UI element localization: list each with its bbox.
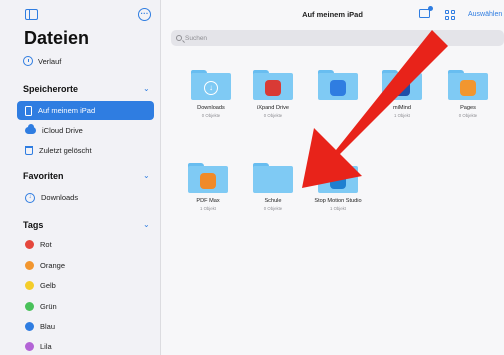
search-placeholder: Suchen [185, 34, 208, 42]
sidebar-item-on-my-ipad[interactable]: Auf meinem iPad [17, 101, 154, 120]
search-field[interactable]: Suchen [171, 30, 504, 46]
sidebar-item-icloud-drive[interactable]: iCloud Drive [17, 121, 154, 140]
folder-item-count: 1 Objekt [199, 205, 216, 211]
folder-mimind[interactable]: miMind 1 Objekt [374, 70, 430, 118]
tag-dot-icon [25, 342, 34, 351]
cloud-icon [25, 124, 36, 134]
select-button[interactable]: Auswählen [468, 11, 502, 18]
stop-motion-app-icon [330, 173, 346, 189]
folder-name: Stop Motion Studio [314, 198, 362, 204]
section-header-tags[interactable]: Tags [23, 220, 43, 230]
sidebar-item-downloads[interactable]: ↓ Downloads [17, 188, 154, 207]
sidebar-item-label: iCloud Drive [42, 126, 83, 135]
tag-dot-icon [25, 240, 34, 249]
tag-dot-icon [25, 302, 34, 311]
folder-name: PDF Max [196, 198, 220, 204]
sidebar-title: Dateien [24, 28, 90, 48]
sidebar-item-label: Zuletzt gelöscht [39, 146, 92, 155]
more-options-icon[interactable]: ··· [138, 8, 151, 21]
keynote-app-icon [330, 80, 346, 96]
folder-item-count: 1 Objekt [393, 112, 410, 118]
search-icon [176, 35, 182, 41]
tag-dot-icon [25, 322, 34, 331]
sidebar: ··· Dateien Verlauf Speicherorte ⌄ Auf m… [0, 0, 161, 355]
tag-label: Lila [40, 342, 52, 351]
tag-item-green[interactable]: Grün [17, 297, 154, 316]
folder-icon [318, 70, 358, 100]
mimind-app-icon [394, 80, 410, 96]
sidebar-item-recents[interactable]: Verlauf [23, 56, 61, 66]
download-icon: ↓ [25, 192, 35, 203]
tag-label: Gelb [40, 281, 56, 290]
pages-app-icon [460, 80, 476, 96]
tag-item-red[interactable]: Rot [17, 235, 154, 254]
section-header-favorites[interactable]: Favoriten [23, 171, 64, 181]
chevron-down-icon[interactable]: ⌄ [143, 171, 150, 180]
file-browser: Auf meinem iPad Auswählen Suchen ↓ Downl… [161, 0, 504, 355]
folder-icon [448, 70, 488, 100]
tag-item-blue[interactable]: Blau [17, 317, 154, 336]
sidebar-item-label: Auf meinem iPad [38, 106, 96, 115]
folder-schule[interactable]: Schule 0 Objekte [245, 163, 301, 211]
tag-dot-icon [25, 261, 34, 270]
folder-icon [253, 163, 293, 193]
folder-item-count: 0 Objekte [458, 112, 478, 118]
folder-stop-motion-studio[interactable]: Stop Motion Studio 1 Objekt [310, 163, 366, 211]
folder-name: miMind [392, 105, 412, 111]
folder-item-count: 1 Objekt [329, 205, 346, 211]
ixpand-app-icon [265, 80, 281, 96]
folder-name: Downloads [197, 105, 225, 111]
sidebar-item-recently-deleted[interactable]: Zuletzt gelöscht [17, 141, 154, 160]
section-header-locations[interactable]: Speicherorte [23, 84, 78, 94]
tag-label: Grün [40, 302, 57, 311]
chevron-down-icon[interactable]: ⌄ [143, 84, 150, 93]
folder-ixpand-drive[interactable]: iXpand Drive 0 Objekte [245, 70, 301, 118]
folder-keynote[interactable] [310, 70, 366, 105]
tag-label: Blau [40, 322, 56, 331]
clock-icon [23, 56, 33, 66]
folder-item-count: 0 Objekte [263, 205, 283, 211]
chevron-down-icon[interactable]: ⌄ [143, 220, 150, 229]
folder-name: iXpand Drive [256, 105, 290, 111]
pdf-max-app-icon [200, 173, 216, 189]
folder-item-count: 0 Objekte [263, 112, 283, 118]
sidebar-item-label: Verlauf [38, 56, 62, 66]
folder-icon [318, 163, 358, 193]
folder-pages[interactable]: Pages 0 Objekte [440, 70, 496, 118]
tag-item-purple[interactable]: Lila [17, 337, 154, 355]
tag-item-orange[interactable]: Orange [17, 256, 154, 275]
folder-icon [382, 70, 422, 100]
folder-icon [253, 70, 293, 100]
new-folder-icon[interactable] [419, 6, 433, 18]
folder-pdf-max[interactable]: PDF Max 1 Objekt [180, 163, 236, 211]
grid-view-icon[interactable] [445, 10, 455, 20]
folder-name: Pages [460, 105, 476, 111]
folder-icon: ↓ [191, 70, 231, 100]
download-icon: ↓ [204, 81, 218, 95]
folder-downloads[interactable]: ↓ Downloads 0 Objekte [183, 70, 239, 118]
tag-label: Rot [40, 240, 52, 249]
sidebar-toolbar: ··· [0, 0, 161, 26]
sidebar-toggle-icon[interactable] [25, 9, 38, 20]
trash-icon [25, 146, 33, 155]
folder-name: Schule [264, 198, 282, 204]
folder-icon [188, 163, 228, 193]
tag-item-yellow[interactable]: Gelb [17, 276, 154, 295]
folder-item-count: 0 Objekte [201, 112, 221, 118]
ipad-icon [25, 105, 32, 116]
tag-label: Orange [40, 261, 66, 270]
sidebar-item-label: Downloads [41, 193, 79, 202]
tag-dot-icon [25, 281, 34, 290]
